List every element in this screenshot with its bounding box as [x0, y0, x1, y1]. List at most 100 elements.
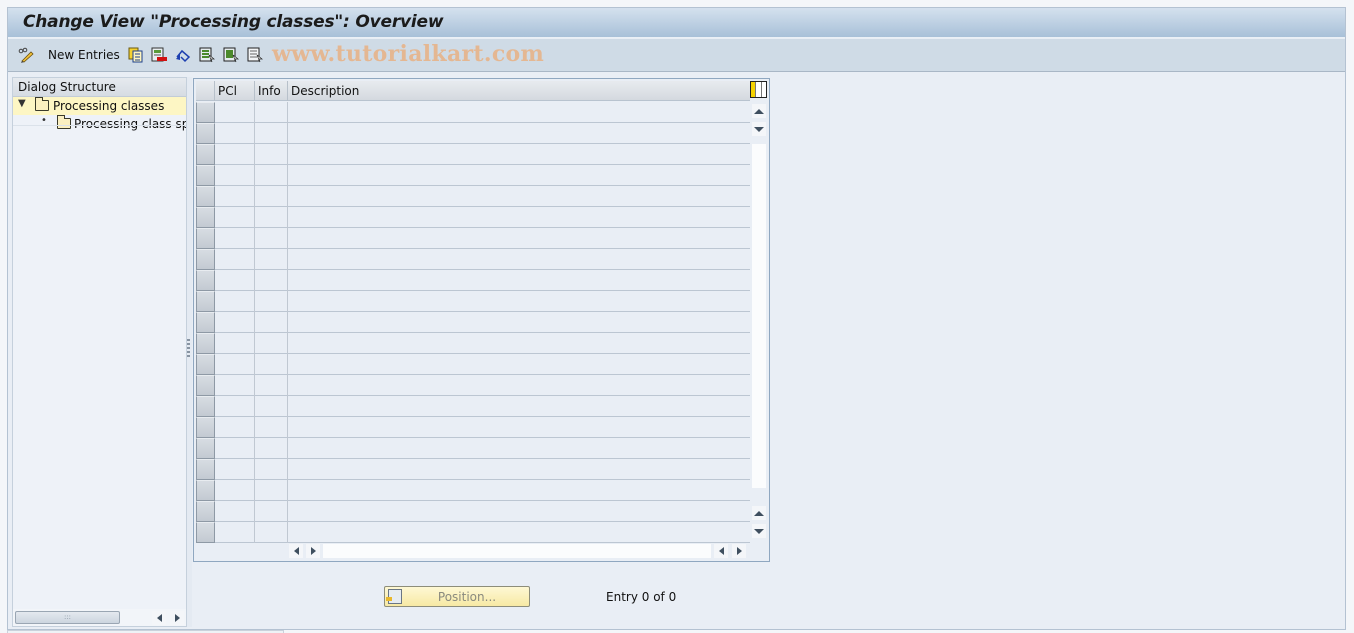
column-header-info[interactable]: Info	[258, 84, 281, 98]
row-selector[interactable]	[196, 207, 215, 228]
copy-as-button[interactable]	[128, 46, 144, 64]
table-settings-button[interactable]	[750, 81, 767, 98]
select-all-button[interactable]	[199, 46, 215, 64]
table-row[interactable]	[196, 312, 750, 333]
row-selector[interactable]	[196, 417, 215, 438]
cell-pcl[interactable]	[216, 375, 254, 396]
table-row[interactable]	[196, 438, 750, 459]
table-row[interactable]	[196, 333, 750, 354]
cell-description[interactable]	[288, 375, 750, 396]
cell-info[interactable]	[255, 249, 287, 270]
row-selector[interactable]	[196, 291, 215, 312]
cell-description[interactable]	[288, 501, 750, 522]
cell-info[interactable]	[255, 123, 287, 144]
scroll-far-right-button[interactable]	[732, 544, 746, 558]
cell-description[interactable]	[288, 480, 750, 501]
scroll-right-button[interactable]	[170, 611, 184, 625]
row-selector[interactable]	[196, 144, 215, 165]
tree-item-processing-class-spec[interactable]: • Processing class spec	[13, 115, 186, 133]
table-row[interactable]	[196, 480, 750, 501]
cell-info[interactable]	[255, 480, 287, 501]
cell-description[interactable]	[288, 228, 750, 249]
expand-triangle-icon[interactable]: ▼	[18, 98, 26, 109]
deselect-all-button[interactable]	[247, 46, 263, 64]
column-header-description[interactable]: Description	[291, 84, 359, 98]
row-selector[interactable]	[196, 354, 215, 375]
cell-description[interactable]	[288, 438, 750, 459]
position-button[interactable]: Position...	[384, 586, 530, 607]
cell-description[interactable]	[288, 522, 750, 543]
row-selector[interactable]	[196, 501, 215, 522]
cell-info[interactable]	[255, 354, 287, 375]
scrollbar-thumb[interactable]: :::	[15, 611, 120, 624]
table-row[interactable]	[196, 123, 750, 144]
cell-info[interactable]	[255, 144, 287, 165]
scrollbar-track[interactable]	[752, 144, 766, 488]
cell-info[interactable]	[255, 312, 287, 333]
table-row[interactable]	[196, 354, 750, 375]
cell-pcl[interactable]	[216, 207, 254, 228]
row-selector[interactable]	[196, 396, 215, 417]
scrollbar-track[interactable]	[323, 544, 711, 558]
cell-pcl[interactable]	[216, 186, 254, 207]
cell-pcl[interactable]	[216, 522, 254, 543]
scroll-page-up-button[interactable]	[752, 506, 766, 520]
cell-pcl[interactable]	[216, 249, 254, 270]
panel-splitter[interactable]	[187, 77, 192, 627]
table-row[interactable]	[196, 291, 750, 312]
table-row[interactable]	[196, 396, 750, 417]
cell-description[interactable]	[288, 207, 750, 228]
table-row[interactable]	[196, 165, 750, 186]
scroll-far-left-button[interactable]	[714, 544, 728, 558]
cell-pcl[interactable]	[216, 459, 254, 480]
tree-item-processing-classes[interactable]: ▼ Processing classes	[13, 97, 186, 115]
cell-info[interactable]	[255, 501, 287, 522]
cell-description[interactable]	[288, 417, 750, 438]
tree-horizontal-scrollbar[interactable]: :::	[13, 609, 186, 626]
cell-description[interactable]	[288, 333, 750, 354]
row-selector[interactable]	[196, 375, 215, 396]
row-selector[interactable]	[196, 228, 215, 249]
row-selector[interactable]	[196, 312, 215, 333]
cell-info[interactable]	[255, 186, 287, 207]
table-horizontal-scrollbar[interactable]	[289, 543, 767, 558]
cell-info[interactable]	[255, 459, 287, 480]
table-row[interactable]	[196, 270, 750, 291]
cell-pcl[interactable]	[216, 333, 254, 354]
cell-description[interactable]	[288, 354, 750, 375]
cell-info[interactable]	[255, 228, 287, 249]
cell-info[interactable]	[255, 417, 287, 438]
cell-info[interactable]	[255, 102, 287, 123]
scroll-right-button[interactable]	[306, 544, 320, 558]
table-row[interactable]	[196, 375, 750, 396]
row-selector[interactable]	[196, 333, 215, 354]
cell-info[interactable]	[255, 333, 287, 354]
cell-pcl[interactable]	[216, 312, 254, 333]
cell-info[interactable]	[255, 207, 287, 228]
cell-pcl[interactable]	[216, 123, 254, 144]
scroll-up-button[interactable]	[752, 104, 766, 118]
cell-description[interactable]	[288, 270, 750, 291]
cell-pcl[interactable]	[216, 291, 254, 312]
cell-info[interactable]	[255, 522, 287, 543]
table-vertical-scrollbar[interactable]	[751, 102, 767, 540]
cell-pcl[interactable]	[216, 396, 254, 417]
table-row[interactable]	[196, 249, 750, 270]
cell-pcl[interactable]	[216, 102, 254, 123]
cell-pcl[interactable]	[216, 354, 254, 375]
cell-info[interactable]	[255, 165, 287, 186]
cell-info[interactable]	[255, 396, 287, 417]
cell-description[interactable]	[288, 459, 750, 480]
cell-description[interactable]	[288, 249, 750, 270]
table-row[interactable]	[196, 144, 750, 165]
row-selector[interactable]	[196, 480, 215, 501]
table-row[interactable]	[196, 522, 750, 543]
column-header-pcl[interactable]: PCl	[218, 84, 237, 98]
row-selector[interactable]	[196, 249, 215, 270]
row-selector[interactable]	[196, 186, 215, 207]
cell-info[interactable]	[255, 270, 287, 291]
scroll-left-button[interactable]	[289, 544, 303, 558]
row-selector[interactable]	[196, 123, 215, 144]
cell-description[interactable]	[288, 102, 750, 123]
cell-description[interactable]	[288, 312, 750, 333]
